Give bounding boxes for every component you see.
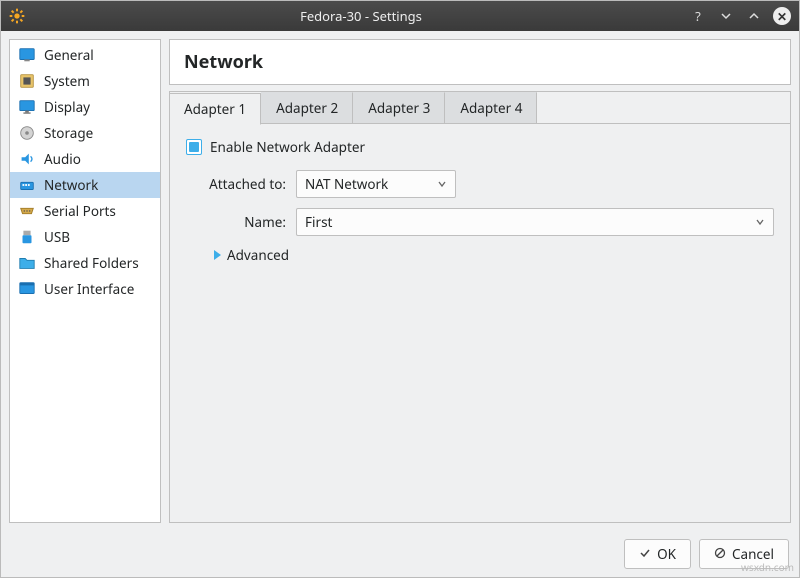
sidebar-item-usb[interactable]: USB — [10, 224, 160, 250]
tab-label: Adapter 3 — [368, 99, 430, 117]
tab-container: Adapter 1 Adapter 2 Adapter 3 Adapter 4 … — [169, 91, 791, 523]
sidebar-item-shared-folders[interactable]: Shared Folders — [10, 250, 160, 276]
folder-icon — [18, 254, 36, 272]
name-value: First — [305, 213, 332, 231]
tab-adapter-4[interactable]: Adapter 4 — [445, 92, 537, 123]
watermark: wsxdn.com — [741, 560, 794, 574]
tab-label: Adapter 4 — [460, 99, 522, 117]
sidebar-item-label: Storage — [44, 124, 93, 142]
sidebar-item-network[interactable]: Network — [10, 172, 160, 198]
sidebar-item-label: Audio — [44, 150, 81, 168]
tab-adapter-1[interactable]: Adapter 1 — [170, 93, 261, 125]
dialog-footer: OK Cancel — [1, 531, 799, 577]
ok-label: OK — [657, 545, 676, 563]
chevron-down-icon — [437, 175, 447, 193]
sidebar-item-serial-ports[interactable]: Serial Ports — [10, 198, 160, 224]
tab-adapter-2[interactable]: Adapter 2 — [261, 92, 353, 123]
storage-icon — [18, 124, 36, 142]
tab-adapter-3[interactable]: Adapter 3 — [353, 92, 445, 123]
sidebar-item-label: Shared Folders — [44, 254, 139, 272]
sidebar-item-audio[interactable]: Audio — [10, 146, 160, 172]
adapter-tabs: Adapter 1 Adapter 2 Adapter 3 Adapter 4 — [170, 92, 790, 124]
enable-adapter-row: Enable Network Adapter — [186, 138, 774, 156]
attached-to-label: Attached to: — [186, 175, 296, 193]
ui-icon — [18, 280, 36, 298]
sidebar-item-label: Display — [44, 98, 90, 116]
page-title: Network — [169, 39, 791, 85]
main-panel: Network Adapter 1 Adapter 2 Adapter 3 Ad… — [169, 39, 791, 523]
advanced-label: Advanced — [227, 246, 289, 264]
window-title: Fedora-30 - Settings — [33, 7, 689, 25]
display-icon — [18, 98, 36, 116]
cancel-icon — [714, 545, 726, 563]
attached-to-combo[interactable]: NAT Network — [296, 170, 456, 198]
category-sidebar: General System Display Storage Audio Net… — [9, 39, 161, 523]
content-area: General System Display Storage Audio Net… — [1, 31, 799, 531]
window-controls: ? ✕ — [689, 7, 791, 25]
sidebar-item-general[interactable]: General — [10, 42, 160, 68]
sidebar-item-label: General — [44, 46, 94, 64]
chevron-down-icon — [755, 213, 765, 231]
maximize-button[interactable] — [745, 7, 763, 25]
sidebar-item-label: Serial Ports — [44, 202, 116, 220]
sidebar-item-display[interactable]: Display — [10, 94, 160, 120]
sidebar-item-system[interactable]: System — [10, 68, 160, 94]
sidebar-item-label: User Interface — [44, 280, 134, 298]
advanced-toggle[interactable]: Advanced — [214, 246, 774, 264]
attached-to-row: Attached to: NAT Network — [186, 170, 774, 198]
minimize-button[interactable] — [717, 7, 735, 25]
enable-adapter-label: Enable Network Adapter — [210, 138, 365, 156]
sidebar-item-label: Network — [44, 176, 98, 194]
check-icon — [189, 142, 199, 152]
usb-icon — [18, 228, 36, 246]
attached-to-value: NAT Network — [305, 175, 388, 193]
serial-icon — [18, 202, 36, 220]
titlebar: Fedora-30 - Settings ? ✕ — [1, 1, 799, 31]
name-combo[interactable]: First — [296, 208, 774, 236]
enable-adapter-checkbox[interactable] — [186, 139, 202, 155]
name-label: Name: — [186, 213, 296, 231]
sidebar-item-user-interface[interactable]: User Interface — [10, 276, 160, 302]
settings-window: Fedora-30 - Settings ? ✕ General System — [0, 0, 800, 578]
tab-label: Adapter 2 — [276, 99, 338, 117]
tab-body: Enable Network Adapter Attached to: NAT … — [170, 124, 790, 278]
triangle-right-icon — [214, 250, 221, 260]
tab-label: Adapter 1 — [184, 100, 246, 118]
sidebar-item-label: USB — [44, 228, 70, 246]
sidebar-item-label: System — [44, 72, 90, 90]
general-icon — [18, 46, 36, 64]
help-button[interactable]: ? — [689, 7, 707, 25]
audio-icon — [18, 150, 36, 168]
ok-button[interactable]: OK — [624, 539, 691, 569]
sidebar-item-storage[interactable]: Storage — [10, 120, 160, 146]
app-gear-icon — [9, 8, 25, 24]
name-row: Name: First — [186, 208, 774, 236]
close-button[interactable]: ✕ — [773, 7, 791, 25]
system-icon — [18, 72, 36, 90]
network-icon — [18, 176, 36, 194]
check-icon — [639, 545, 651, 563]
